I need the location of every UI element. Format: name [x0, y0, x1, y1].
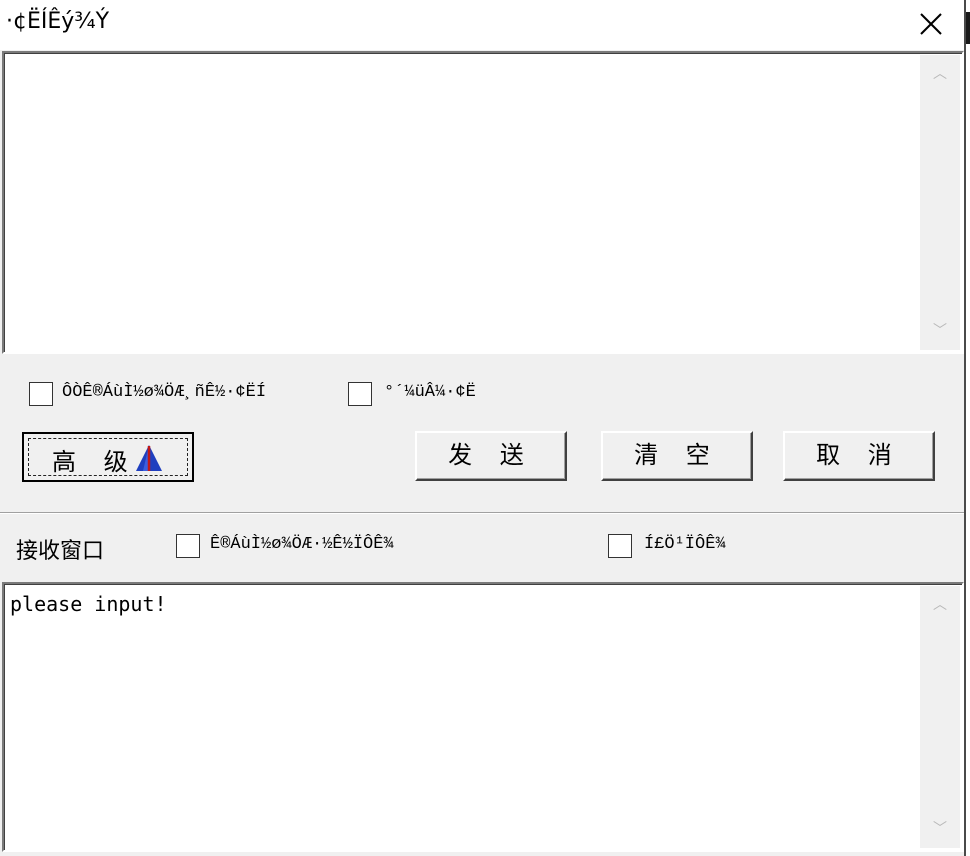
keypress-send-checkbox[interactable]: [348, 382, 372, 406]
clear-button[interactable]: 清 空: [601, 431, 753, 481]
title-bar: ·¢ËÍÊý¾Ý: [0, 0, 964, 50]
tent-arrow-icon: [136, 445, 162, 471]
receive-textarea[interactable]: please input! ︿ ﹀: [2, 582, 964, 852]
send-textarea[interactable]: ︿ ﹀: [2, 51, 964, 354]
stop-display-label: Í£Ö¹ÏÔÊ¾: [644, 535, 726, 554]
window-edge-mark: [966, 12, 970, 44]
advanced-button[interactable]: 高 级: [22, 432, 194, 482]
chevron-up-icon[interactable]: ︿: [920, 590, 960, 620]
close-icon: [920, 13, 942, 35]
receive-window-label: 接收窗口: [16, 539, 105, 564]
cancel-button[interactable]: 取 消: [783, 431, 935, 481]
receive-text: please input!: [10, 592, 167, 616]
chevron-down-icon[interactable]: ﹀: [920, 316, 960, 346]
window-border: [964, 0, 966, 856]
stop-display-checkbox[interactable]: [608, 534, 632, 558]
hex-display-checkbox[interactable]: [176, 534, 200, 558]
hex-send-label: ÔÒÊ®ÁùÌ½ø¾ÖÆ¸ñÊ½·¢ËÍ: [62, 383, 267, 402]
send-scrollbar[interactable]: ︿ ﹀: [920, 55, 960, 350]
close-button[interactable]: [908, 4, 954, 44]
keypress-send-label: °´¼üÂ¼·¢Ë: [384, 383, 476, 402]
chevron-down-icon[interactable]: ﹀: [920, 814, 960, 844]
receive-scrollbar[interactable]: ︿ ﹀: [920, 586, 960, 848]
chevron-up-icon[interactable]: ︿: [920, 59, 960, 89]
advanced-label: 高 级: [52, 448, 138, 476]
window-title: ·¢ËÍÊý¾Ý: [6, 9, 110, 34]
hex-display-label: Ê®ÁùÌ½ø¾ÖÆ·½Ê½ÏÔÊ¾: [210, 535, 394, 554]
hex-send-checkbox[interactable]: [29, 382, 53, 406]
divider: [0, 512, 964, 514]
send-button[interactable]: 发 送: [415, 431, 567, 481]
